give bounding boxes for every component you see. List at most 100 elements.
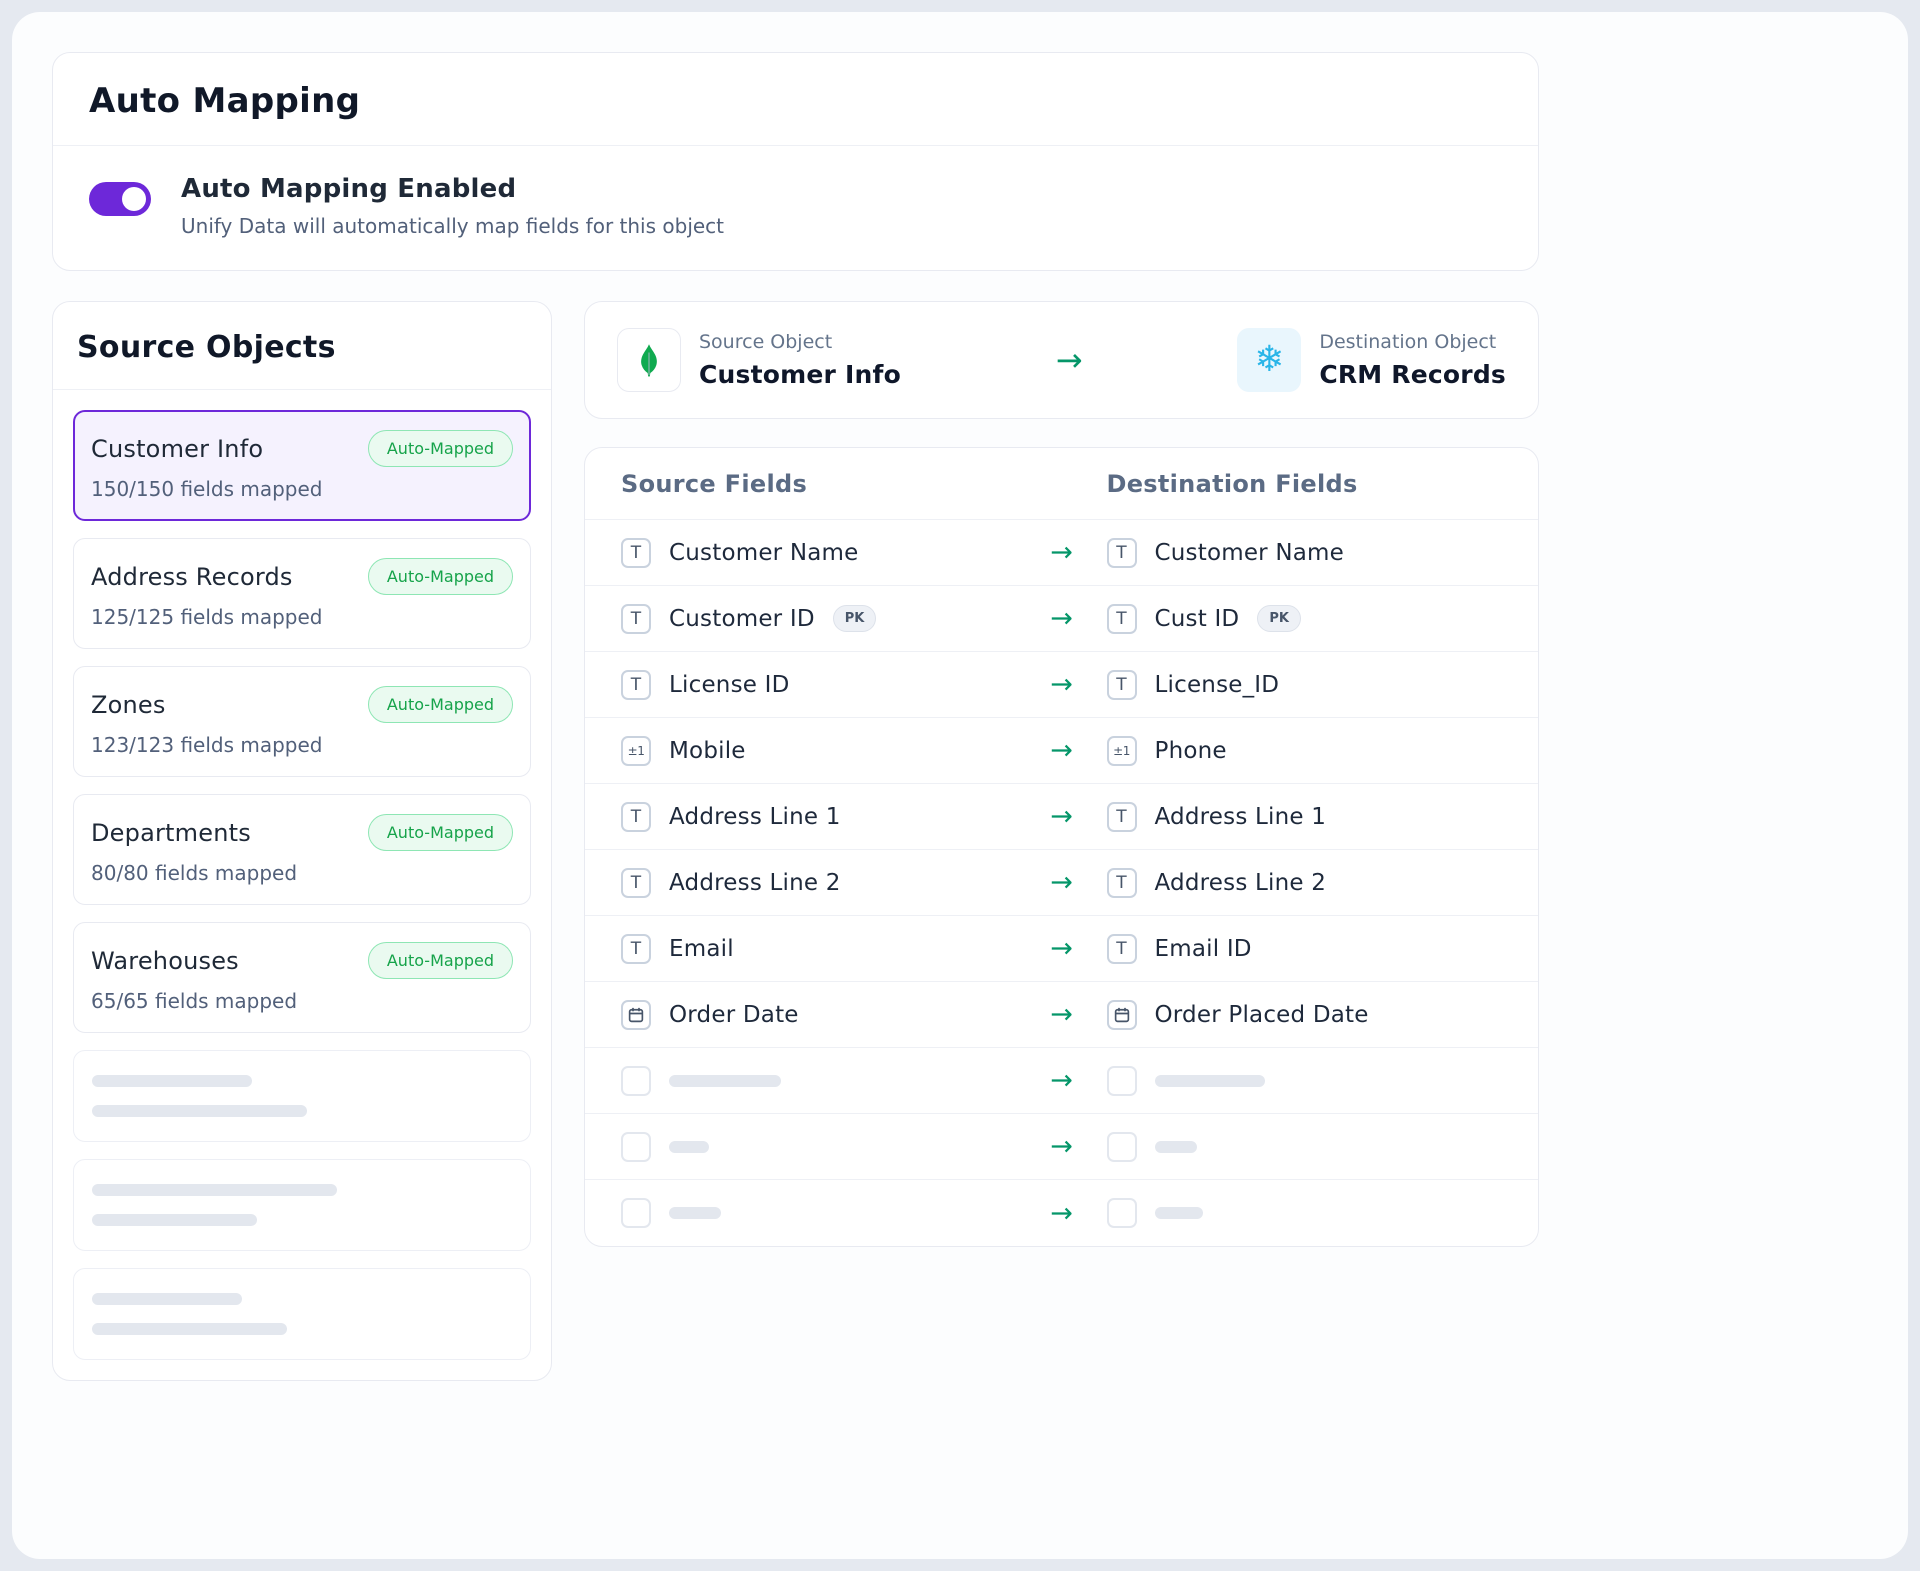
auto-mapped-badge: Auto-Mapped xyxy=(368,686,513,723)
field-mapping-card: Source Fields Destination Fields TCustom… xyxy=(584,447,1539,1247)
source-fields-header: Source Fields xyxy=(621,470,1017,498)
skeleton-bar xyxy=(669,1075,781,1087)
source-objects-title: Source Objects xyxy=(53,302,551,390)
toggle-label: Auto Mapping Enabled xyxy=(181,174,724,204)
source-field-cell: T Email xyxy=(621,934,1017,964)
text-type-icon: T xyxy=(1116,543,1126,563)
field-label: Customer Name xyxy=(669,540,859,566)
object-name: Address Records xyxy=(91,563,368,591)
skeleton-bar xyxy=(669,1141,709,1153)
field-type-icon: T xyxy=(1107,868,1137,898)
field-type-icon: T xyxy=(621,670,651,700)
skeleton-field-row: → xyxy=(585,1048,1538,1114)
page-title: Auto Mapping xyxy=(89,81,1502,121)
auto-mapped-badge: Auto-Mapped xyxy=(368,558,513,595)
field-type-icon: T xyxy=(1107,538,1137,568)
text-type-icon: T xyxy=(631,873,641,893)
field-mapping-row[interactable]: TCustomer Name→TCustomer Name xyxy=(585,520,1538,586)
source-object-item[interactable]: DepartmentsAuto-Mapped80/80 fields mappe… xyxy=(73,794,531,905)
toggle-description: Unify Data will automatically map fields… xyxy=(181,214,724,238)
field-type-icon: T xyxy=(1107,802,1137,832)
skeleton-bar xyxy=(92,1214,257,1226)
destination-object-name: CRM Records xyxy=(1319,360,1506,389)
field-arrow-icon: → xyxy=(1017,999,1107,1030)
text-type-icon: T xyxy=(1116,609,1126,629)
auto-mapping-toggle[interactable] xyxy=(89,182,151,216)
destination-field-cell: TLicense_ID xyxy=(1107,670,1503,700)
source-field-cell: Order Date xyxy=(621,1000,1017,1030)
field-arrow-icon: → xyxy=(1017,801,1107,832)
source-endpoint: Source Object Customer Info xyxy=(617,328,901,392)
text-type-icon: T xyxy=(1116,873,1126,893)
destination-field-cell: T Email ID xyxy=(1107,934,1503,964)
empty-field-type-icon xyxy=(621,1132,651,1162)
mapping-arrow-icon: → xyxy=(901,341,1237,379)
fields-mapped-count: 80/80 fields mapped xyxy=(91,861,513,885)
field-label: Order Placed Date xyxy=(1155,1002,1369,1028)
field-arrow-icon: → xyxy=(1017,1065,1107,1096)
field-label: Email ID xyxy=(1155,936,1252,962)
skeleton-bar xyxy=(92,1184,337,1196)
destination-field-cell: TAddress Line 2 xyxy=(1107,868,1503,898)
skeleton-field-row: → xyxy=(585,1114,1538,1180)
field-label: Address Line 1 xyxy=(1155,804,1327,830)
fields-mapped-count: 65/65 fields mapped xyxy=(91,989,513,1013)
source-field-cell: TAddress Line 2 xyxy=(621,868,1017,898)
field-mapping-row[interactable]: T Address Line 1 → T Address Line 1 xyxy=(585,784,1538,850)
skeleton-bar xyxy=(669,1207,721,1219)
fields-mapped-count: 123/123 fields mapped xyxy=(91,733,513,757)
field-arrow-icon: → xyxy=(1017,603,1107,634)
field-type-icon: T xyxy=(621,802,651,832)
destination-fields-header: Destination Fields xyxy=(1107,470,1503,498)
field-type-icon xyxy=(1107,1000,1137,1030)
field-label: License ID xyxy=(669,672,790,698)
source-object-item[interactable]: ZonesAuto-Mapped 123/123 fields mapped xyxy=(73,666,531,777)
field-mapping-row[interactable]: T License ID →TLicense_ID xyxy=(585,652,1538,718)
field-mapping-row[interactable]: TEmail→TEmail ID xyxy=(585,916,1538,982)
source-field-cell: T Address Line 1 xyxy=(621,802,1017,832)
field-arrow-icon: → xyxy=(1017,735,1107,766)
source-field-cell: TCustomer IDPK xyxy=(621,604,1017,634)
text-type-icon: T xyxy=(631,543,641,563)
field-mapping-row[interactable]: ±1Mobile→±1Phone xyxy=(585,718,1538,784)
field-label: Order Date xyxy=(669,1002,799,1028)
mapping-header-card: Source Object Customer Info → ❄ Destinat… xyxy=(584,301,1539,419)
text-type-icon: T xyxy=(631,675,641,695)
field-arrow-icon: → xyxy=(1017,669,1107,700)
field-type-icon: T xyxy=(1107,670,1137,700)
text-type-icon: T xyxy=(631,807,641,827)
skeleton-bar xyxy=(92,1105,307,1117)
text-type-icon: T xyxy=(1116,939,1126,959)
destination-field-cell: ±1Phone xyxy=(1107,736,1503,766)
field-label: Address Line 1 xyxy=(669,804,841,830)
field-mapping-row[interactable]: TCustomer IDPK→TCust IDPK xyxy=(585,586,1538,652)
field-type-icon: T xyxy=(1107,934,1137,964)
destination-object-label: Destination Object xyxy=(1319,331,1506,353)
skeleton-field-row: → xyxy=(585,1180,1538,1246)
field-mapping-row[interactable]: Order Date → Order Placed Date xyxy=(585,982,1538,1048)
field-type-icon xyxy=(621,1000,651,1030)
source-object-item[interactable]: WarehousesAuto-Mapped65/65 fields mapped xyxy=(73,922,531,1033)
calendar-icon xyxy=(1113,1006,1131,1024)
skeleton-source-object xyxy=(73,1268,531,1360)
destination-db-tile: ❄ xyxy=(1237,328,1301,392)
calendar-icon xyxy=(627,1006,645,1024)
object-name: Zones xyxy=(91,691,368,719)
text-type-icon: T xyxy=(1116,807,1126,827)
field-type-icon: T xyxy=(1107,604,1137,634)
skeleton-bar xyxy=(1155,1207,1203,1219)
field-mapping-row[interactable]: TAddress Line 2→TAddress Line 2 xyxy=(585,850,1538,916)
snowflake-icon: ❄ xyxy=(1254,342,1284,378)
empty-field-type-icon xyxy=(621,1066,651,1096)
primary-key-badge: PK xyxy=(833,605,877,632)
text-type-icon: T xyxy=(631,939,641,959)
main-panel: Auto Mapping Auto Mapping Enabled Unify … xyxy=(12,12,1908,1559)
source-object-item[interactable]: Customer InfoAuto-Mapped150/150 fields m… xyxy=(73,410,531,521)
field-label: Phone xyxy=(1155,738,1227,764)
destination-field-cell: Order Placed Date xyxy=(1107,1000,1503,1030)
source-object-item[interactable]: Address RecordsAuto-Mapped125/125 fields… xyxy=(73,538,531,649)
object-name: Customer Info xyxy=(91,435,368,463)
source-objects-card: Source Objects Customer InfoAuto-Mapped1… xyxy=(52,301,552,1381)
source-object-name: Customer Info xyxy=(699,360,901,389)
field-label: Email xyxy=(669,936,734,962)
